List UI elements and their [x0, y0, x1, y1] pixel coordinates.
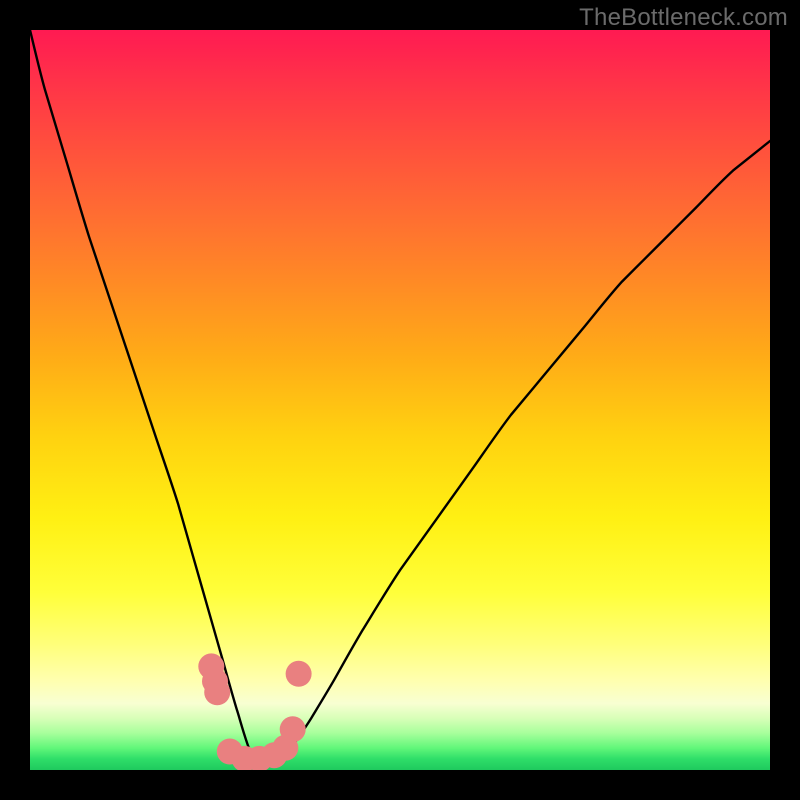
curve-layer: [30, 30, 770, 770]
highlight-markers: [198, 653, 311, 770]
highlight-marker: [204, 679, 230, 705]
chart-frame: TheBottleneck.com: [0, 0, 800, 800]
highlight-marker: [280, 716, 306, 742]
watermark-text: TheBottleneck.com: [579, 4, 788, 32]
bottleneck-curve: [30, 30, 770, 763]
highlight-marker: [286, 661, 312, 687]
plot-area: [30, 30, 770, 770]
